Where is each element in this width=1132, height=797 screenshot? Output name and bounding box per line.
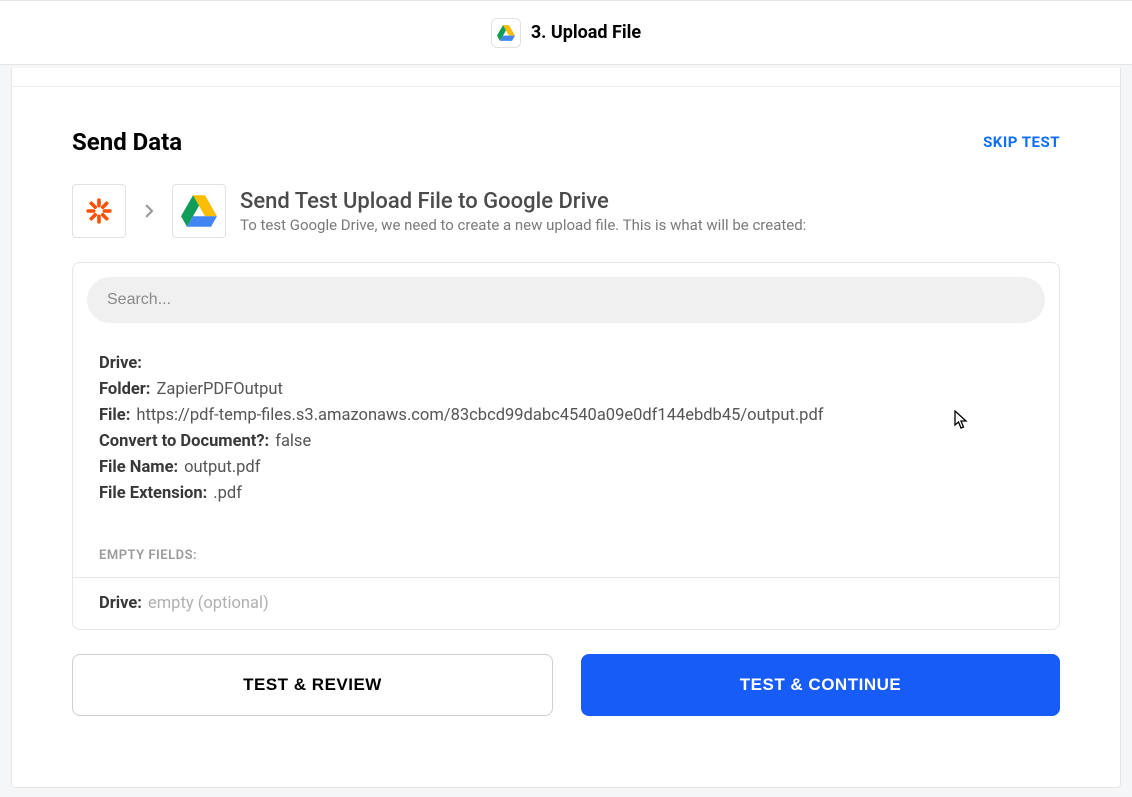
field-value: ZapierPDFOutput [156,380,282,399]
subhead-title: Send Test Upload File to Google Drive [240,189,1060,214]
zapier-icon [72,184,126,238]
field-convert: Convert to Document?: false [99,432,1033,451]
field-value: output.pdf [184,458,260,477]
step-header: 3. Upload File [0,0,1132,65]
skip-test-link[interactable]: SKIP TEST [983,133,1060,151]
test-continue-button[interactable]: TEST & CONTINUE [581,654,1060,716]
field-list: Drive: Folder: ZapierPDFOutput File: htt… [73,337,1059,530]
empty-field-drive: Drive: empty (optional) [73,578,1059,629]
field-label: Drive: [99,354,142,373]
chevron-right-icon [140,202,158,220]
details-box: Drive: Folder: ZapierPDFOutput File: htt… [72,262,1060,630]
app-flow-row: Send Test Upload File to Google Drive To… [72,184,1060,238]
test-review-button[interactable]: TEST & REVIEW [72,654,553,716]
search-input[interactable] [87,277,1045,323]
field-value: false [275,432,311,451]
section-title: Send Data [72,128,182,156]
main-panel: Send Data SKIP TEST [11,68,1121,788]
step-title: 3. Upload File [531,22,641,43]
field-label: Convert to Document?: [99,432,269,451]
empty-fields-header: EMPTY FIELDS: [73,530,1059,577]
field-file: File: https://pdf-temp-files.s3.amazonaw… [99,406,1033,425]
google-drive-icon [172,184,226,238]
field-value: .pdf [213,484,242,503]
field-extension: File Extension: .pdf [99,484,1033,503]
field-label: Drive: [99,594,142,613]
google-drive-icon [491,18,521,48]
field-value: empty (optional) [148,594,269,613]
field-drive: Drive: [99,354,1033,373]
field-label: File Extension: [99,484,207,503]
subhead-description: To test Google Drive, we need to create … [240,216,1060,234]
field-label: File: [99,406,130,425]
field-value: https://pdf-temp-files.s3.amazonaws.com/… [136,406,823,425]
field-folder: Folder: ZapierPDFOutput [99,380,1033,399]
field-label: Folder: [99,380,150,399]
field-filename: File Name: output.pdf [99,458,1033,477]
field-label: File Name: [99,458,178,477]
